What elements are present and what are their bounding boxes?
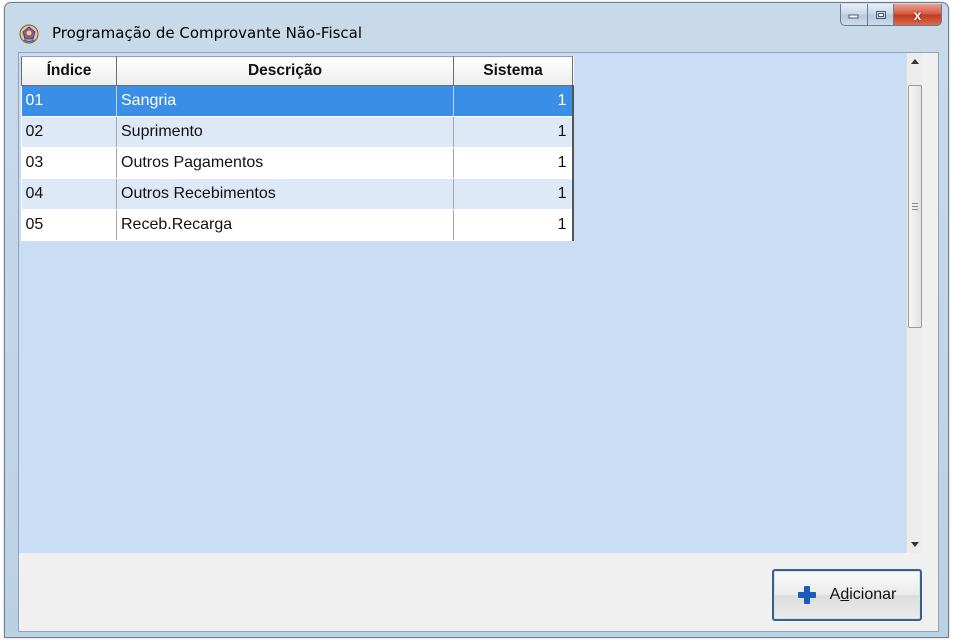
minimize-icon — [848, 14, 859, 18]
table-row[interactable]: 05 Receb.Recarga 1 — [21, 209, 574, 241]
grid-header: Índice Descrição Sistema — [21, 56, 573, 86]
maximize-icon — [875, 10, 886, 19]
grid-area: Índice Descrição Sistema 01 Sangria 1 02… — [19, 53, 922, 553]
cell-descricao: Sangria — [116, 85, 454, 117]
maximize-button[interactable] — [868, 4, 894, 26]
scroll-thumb[interactable] — [908, 85, 922, 328]
cell-indice: 01 — [21, 85, 117, 117]
scroll-up-button[interactable] — [907, 53, 923, 70]
cell-indice: 04 — [21, 178, 117, 210]
scroll-down-icon — [911, 542, 919, 547]
main-window: Programação de Comprovante Não-Fiscal x — [4, 2, 949, 638]
vertical-scrollbar[interactable] — [906, 53, 922, 553]
table-row[interactable]: 02 Suprimento 1 — [21, 116, 574, 148]
cell-sistema: 1 — [453, 116, 574, 148]
grip-icon — [912, 203, 918, 210]
table-row[interactable]: 01 Sangria 1 — [21, 85, 574, 117]
plus-icon — [797, 586, 816, 604]
cell-sistema: 1 — [453, 147, 574, 179]
title-bar[interactable]: Programação de Comprovante Não-Fiscal x — [5, 3, 948, 53]
cell-sistema: 1 — [453, 85, 574, 117]
bottom-panel: Adicionar — [19, 553, 938, 631]
close-icon: x — [913, 6, 922, 23]
app-icon — [19, 24, 39, 44]
cell-indice: 05 — [21, 209, 117, 241]
cell-descricao: Suprimento — [116, 116, 454, 148]
window-title: Programação de Comprovante Não-Fiscal — [52, 24, 363, 42]
scroll-up-icon — [911, 59, 919, 64]
cell-descricao: Outros Recebimentos — [116, 178, 454, 210]
column-header-indice[interactable]: Índice — [21, 56, 117, 86]
data-grid: Índice Descrição Sistema 01 Sangria 1 02… — [21, 56, 574, 241]
minimize-button[interactable] — [840, 4, 868, 26]
column-header-descricao[interactable]: Descrição — [116, 56, 454, 86]
cell-indice: 02 — [21, 116, 117, 148]
cell-descricao: Receb.Recarga — [116, 209, 454, 241]
cell-descricao: Outros Pagamentos — [116, 147, 454, 179]
cell-sistema: 1 — [453, 178, 574, 210]
caption-buttons: x — [840, 4, 942, 26]
add-button-label: Adicionar — [829, 586, 897, 603]
table-row[interactable]: 03 Outros Pagamentos 1 — [21, 147, 574, 179]
column-header-sistema[interactable]: Sistema — [453, 56, 573, 86]
add-button[interactable]: Adicionar — [772, 569, 922, 621]
client-area: Índice Descrição Sistema 01 Sangria 1 02… — [18, 52, 939, 632]
scroll-down-button[interactable] — [907, 536, 923, 553]
table-row[interactable]: 04 Outros Recebimentos 1 — [21, 178, 574, 210]
cell-sistema: 1 — [453, 209, 574, 241]
close-button[interactable]: x — [894, 4, 942, 26]
cell-indice: 03 — [21, 147, 117, 179]
